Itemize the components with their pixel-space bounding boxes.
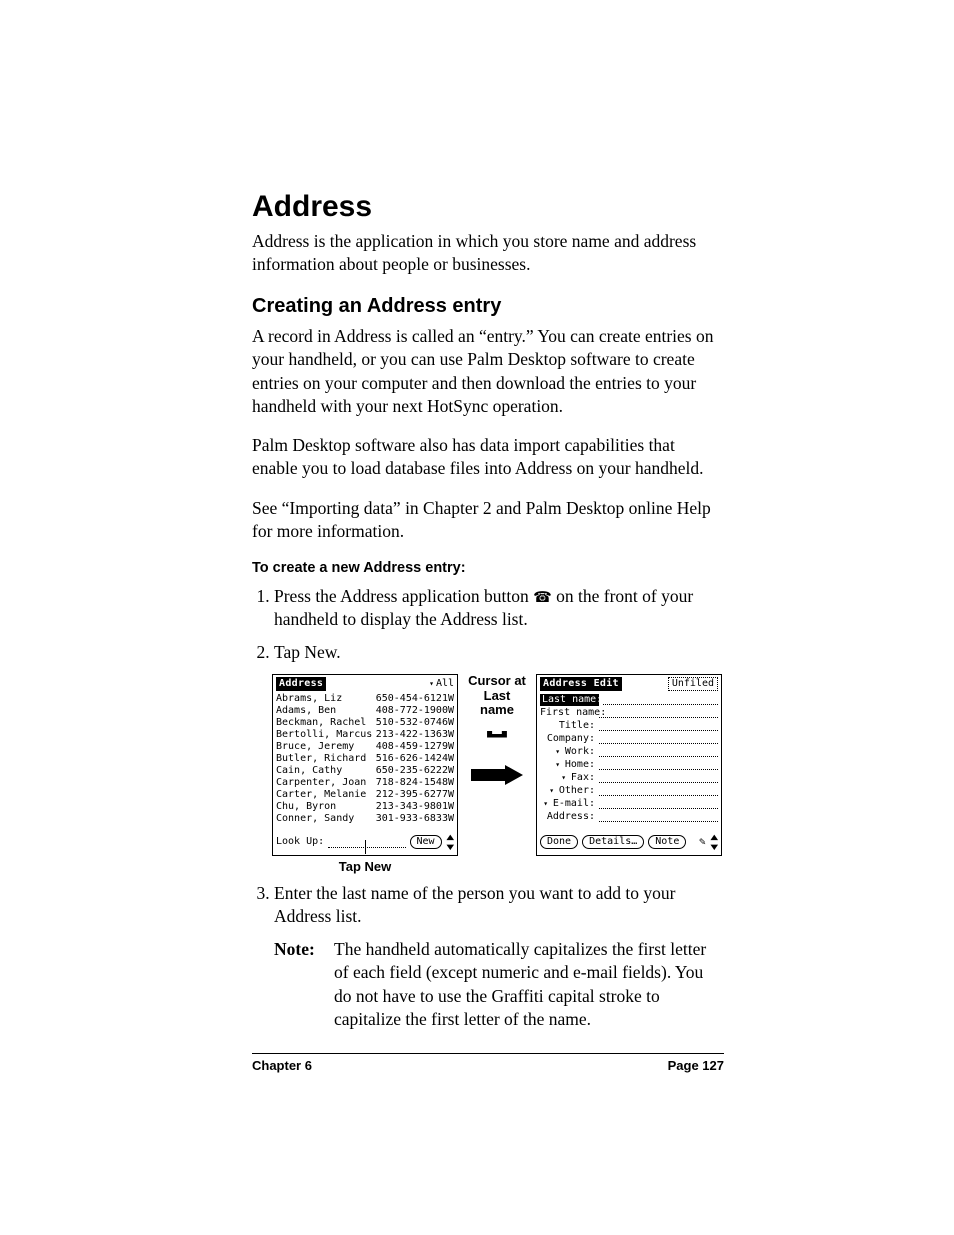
intro-paragraph: Address is the application in which you … xyxy=(252,230,724,277)
step-1: Press the Address application button ☎ o… xyxy=(274,585,724,632)
edit-field[interactable]: Company: xyxy=(540,732,718,745)
screenshot-address-edit: Address Edit Unfiled Last name:First nam… xyxy=(536,674,722,856)
edit-field[interactable]: Fax: xyxy=(540,771,718,784)
category-tag[interactable]: Unfiled xyxy=(668,677,718,691)
step-3-text: Enter the last name of the person you wa… xyxy=(274,883,675,926)
new-button[interactable]: New xyxy=(410,835,442,849)
heading-creating-entry: Creating an Address entry xyxy=(252,293,724,320)
edit-field[interactable]: Title: xyxy=(540,719,718,732)
pen-up-icon: ✎ xyxy=(699,836,706,848)
note-body: The handheld automatically capitalizes t… xyxy=(334,938,724,1031)
heading-address: Address xyxy=(252,190,724,224)
callout-tap-new: Tap New xyxy=(339,858,392,875)
paragraph-2: Palm Desktop software also has data impo… xyxy=(252,434,724,481)
address-list[interactable]: Abrams, Liz650-454-6121WAdams, Ben408-77… xyxy=(276,693,454,830)
list-item[interactable]: Carter, Melanie212-395-6277W xyxy=(276,789,454,801)
steps-list-cont: Enter the last name of the person you wa… xyxy=(252,882,724,1032)
details-button[interactable]: Details… xyxy=(582,835,644,849)
list-item[interactable]: Cain, Cathy650-235-6222W xyxy=(276,765,454,777)
note-label: Note: xyxy=(274,938,322,1031)
steps-list: Press the Address application button ☎ o… xyxy=(252,585,724,665)
category-dropdown[interactable]: All xyxy=(429,678,454,690)
page-footer: Chapter 6 Page 127 xyxy=(252,1053,724,1074)
address-title: Address xyxy=(276,677,326,691)
note-block: Note: The handheld automatically capital… xyxy=(274,938,724,1031)
paragraph-1: A record in Address is called an “entry.… xyxy=(252,325,724,418)
edit-field[interactable]: E-mail: xyxy=(540,797,718,810)
edit-field[interactable]: Last name: xyxy=(540,693,718,706)
edit-fields: Last name:First name:Title:Company:Work:… xyxy=(540,693,718,830)
arrow-icon xyxy=(471,765,523,785)
footer-page: Page 127 xyxy=(668,1057,724,1074)
callouts: Cursor at Last name ⎵ xyxy=(466,674,528,785)
scroll-arrows[interactable] xyxy=(444,832,456,852)
edit-field[interactable]: Work: xyxy=(540,745,718,758)
step-2: Tap New. xyxy=(274,641,724,664)
note-button[interactable]: Note xyxy=(648,835,686,849)
address-edit-title: Address Edit xyxy=(540,677,622,691)
done-button[interactable]: Done xyxy=(540,835,578,849)
list-item[interactable]: Abrams, Liz650-454-6121W xyxy=(276,693,454,705)
edit-field[interactable]: First name: xyxy=(540,706,718,719)
list-item[interactable]: Butler, Richard516-626-1424W xyxy=(276,753,454,765)
lookup-input[interactable] xyxy=(328,837,405,848)
paragraph-3: See “Importing data” in Chapter 2 and Pa… xyxy=(252,497,724,544)
lookup-label: Look Up: xyxy=(276,836,324,848)
edit-field[interactable]: Address: xyxy=(540,810,718,823)
list-item[interactable]: Adams, Ben408-772-1900W xyxy=(276,705,454,717)
edit-field[interactable]: Home: xyxy=(540,758,718,771)
callout-tap-new-label: Tap New xyxy=(339,859,392,874)
list-item[interactable]: Bruce, Jeremy408-459-1279W xyxy=(276,741,454,753)
step-3: Enter the last name of the person you wa… xyxy=(274,882,724,1032)
footer-chapter: Chapter 6 xyxy=(252,1057,312,1074)
screenshot-address-list: Address All Abrams, Liz650-454-6121WAdam… xyxy=(272,674,458,856)
list-item[interactable]: Beckman, Rachel510-532-0746W xyxy=(276,717,454,729)
figure-row: Address All Abrams, Liz650-454-6121WAdam… xyxy=(272,674,724,875)
list-item[interactable]: Conner, Sandy301-933-6833W xyxy=(276,813,454,825)
procedure-heading: To create a new Address entry: xyxy=(252,559,724,578)
step-1-text-a: Press the Address application button xyxy=(274,586,533,606)
list-item[interactable]: Chu, Byron213-343-9801W xyxy=(276,801,454,813)
scroll-arrows-edit[interactable] xyxy=(708,832,720,852)
edit-field[interactable]: Other: xyxy=(540,784,718,797)
address-app-icon: ☎ xyxy=(533,589,552,606)
list-item[interactable]: Bertolli, Marcus213-422-1363W xyxy=(276,729,454,741)
list-item[interactable]: Carpenter, Joan718-824-1548W xyxy=(276,777,454,789)
